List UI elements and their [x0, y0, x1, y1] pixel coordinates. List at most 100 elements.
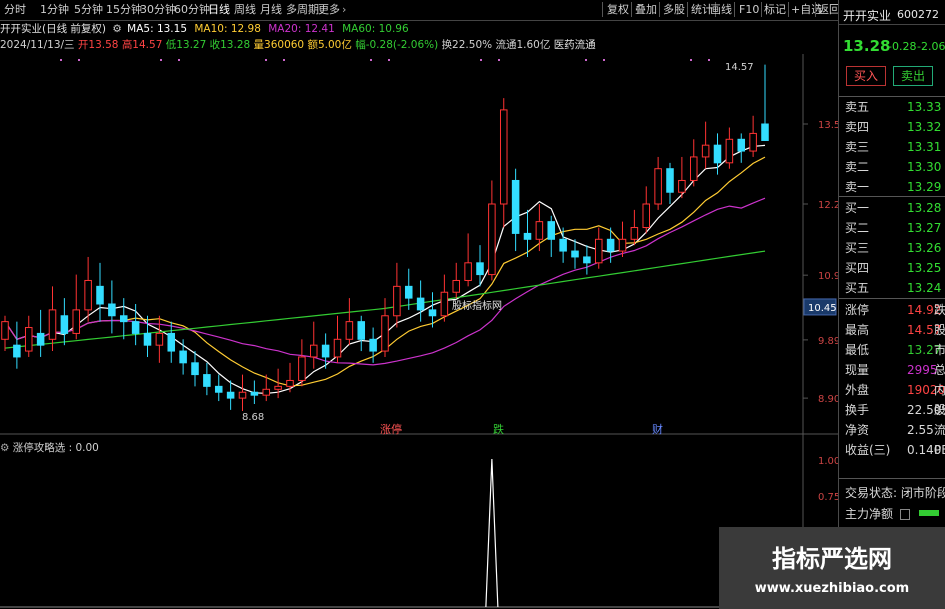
chevron-right-icon[interactable]: ›	[342, 2, 346, 17]
stat-row: 最高 14.57 股	[839, 320, 945, 340]
quote-value: 13.31	[907, 140, 942, 154]
ask-row: 卖三 13.31	[839, 137, 945, 157]
quote-label: 卖一	[845, 180, 870, 194]
top-marker-dot	[370, 59, 372, 61]
quote-value: 13.25	[907, 261, 942, 275]
chart-title-line: 开开实业(日线 前复权) ⚙ MA5: 13.15 MA10: 12.98 MA…	[0, 22, 409, 36]
divider	[839, 298, 945, 299]
quote-label: 最高	[845, 323, 870, 337]
tab-period-30min[interactable]: 30分钟	[140, 2, 176, 17]
quote-value: 2.55	[907, 423, 934, 437]
ask-row: 卖一 13.29	[839, 177, 945, 197]
tab-period-5min[interactable]: 5分钟	[74, 2, 103, 17]
bar-sector: 医药流通	[553, 39, 596, 51]
quote-panel: 开开实业 600272 13.28 -0.28 -2.06% 买入 卖出 交易状…	[838, 0, 945, 609]
chart-grid	[60, 59, 710, 61]
candle-body	[155, 332, 164, 346]
sell-button[interactable]: 卖出	[893, 66, 933, 86]
overlay-button[interactable]: 叠加	[635, 2, 657, 17]
bar-float: 流通1.60亿	[495, 39, 551, 51]
current-price: 13.28	[843, 37, 891, 55]
candle-body	[238, 391, 247, 399]
tab-period-weekly[interactable]: 周线	[234, 2, 256, 17]
toolbar-divider	[631, 2, 632, 17]
top-marker-dot	[283, 59, 285, 61]
tab-period-monthly[interactable]: 月线	[260, 2, 282, 17]
high-annotation: 14.57	[725, 62, 754, 73]
candle-body	[96, 285, 104, 305]
tab-period-daily[interactable]: 日线	[208, 2, 230, 17]
toolbar-divider	[761, 2, 762, 17]
quote-label: 净资	[845, 423, 870, 437]
candle-body	[654, 168, 662, 205]
quote-label: 买三	[845, 241, 870, 255]
candle-body	[143, 332, 152, 346]
limit-up-marker: 涨停	[380, 423, 402, 436]
candle-body	[666, 168, 674, 193]
candle-body	[428, 309, 437, 317]
toolbar-divider	[659, 2, 660, 17]
mark-button[interactable]: 标记	[764, 2, 786, 17]
price-change: -0.28	[888, 40, 917, 53]
stat-row: 现量 2995 总	[839, 360, 945, 380]
gear-icon[interactable]: ⚙	[0, 442, 9, 454]
bar-high: 高14.57	[121, 39, 163, 51]
candles	[1, 64, 769, 412]
bar-amount: 额5.00亿	[307, 39, 352, 51]
tab-period-multi[interactable]: 多周期	[286, 2, 319, 17]
candle-body	[24, 327, 33, 352]
quote-value: 13.28	[907, 201, 942, 215]
candle-body	[511, 179, 520, 234]
f10-button[interactable]: F10	[739, 2, 759, 17]
candle-body	[416, 297, 425, 311]
candle-body	[440, 291, 449, 317]
quote-value: 13.26	[907, 241, 942, 255]
current-price-label: 10.45	[808, 303, 837, 314]
candle-body	[119, 315, 128, 323]
indicator-title: ⚙ 涨停攻略选 : 0.00	[0, 440, 99, 455]
stat-row: 净资 2.55 流	[839, 420, 945, 440]
divider	[839, 24, 945, 25]
watermark-title: 指标严选网	[772, 545, 892, 573]
fuquan-button[interactable]: 复权	[607, 2, 629, 17]
ask-row: 卖五 13.33	[839, 97, 945, 117]
candle-body	[167, 332, 176, 352]
toolbar-divider	[815, 2, 816, 17]
candle-body	[214, 385, 223, 393]
tab-period-more[interactable]: 更多	[318, 2, 340, 17]
kline-chart[interactable]: 13.5612.2010.999.898.9010.45 1.000.750.5…	[0, 54, 838, 609]
top-marker-dot	[480, 59, 482, 61]
settings-icon[interactable]: ⚙	[112, 23, 121, 35]
quote-value: 13.27	[907, 221, 942, 235]
tab-period-1min[interactable]: 1分钟	[40, 2, 69, 17]
buy-button[interactable]: 买入	[846, 66, 886, 86]
candle-body	[452, 279, 461, 293]
tab-period-fenshi[interactable]: 分时	[4, 2, 26, 17]
quote-label: 买一	[845, 201, 870, 215]
candle-body	[1, 321, 9, 340]
quote-label: 涨停	[845, 303, 870, 317]
chart-watermark-text: 股标指标网	[452, 301, 502, 312]
stock-name: 开开实业	[843, 9, 892, 23]
quote-label: 卖三	[845, 140, 870, 154]
multi-stock-button[interactable]: 多股	[663, 2, 685, 17]
flow-toggle-icon[interactable]	[900, 509, 910, 520]
chart-title: 开开实业(日线 前复权)	[0, 23, 107, 35]
bar-low: 低13.27	[165, 39, 207, 51]
bid-row: 买三 13.26	[839, 238, 945, 258]
tab-period-60min[interactable]: 60分钟	[174, 2, 210, 17]
candle-body	[321, 344, 330, 358]
indicator-tick: 1.00	[818, 456, 838, 467]
candle-body	[36, 332, 45, 346]
candle-body	[108, 303, 116, 317]
bar-open: 开13.58	[77, 39, 119, 51]
quote-value: 13.33	[907, 100, 942, 114]
top-marker-dot	[388, 59, 390, 61]
quote-label: 卖二	[845, 160, 870, 174]
back-button[interactable]: 返回	[818, 2, 840, 17]
draw-line-button[interactable]: 画线	[710, 2, 732, 17]
quote-label: 最低	[845, 343, 870, 357]
stat-row: 换手22.50%股	[839, 400, 945, 420]
tab-period-15min[interactable]: 15分钟	[106, 2, 142, 17]
site-watermark: 指标严选网 www.xuezhibiao.com	[719, 527, 945, 609]
